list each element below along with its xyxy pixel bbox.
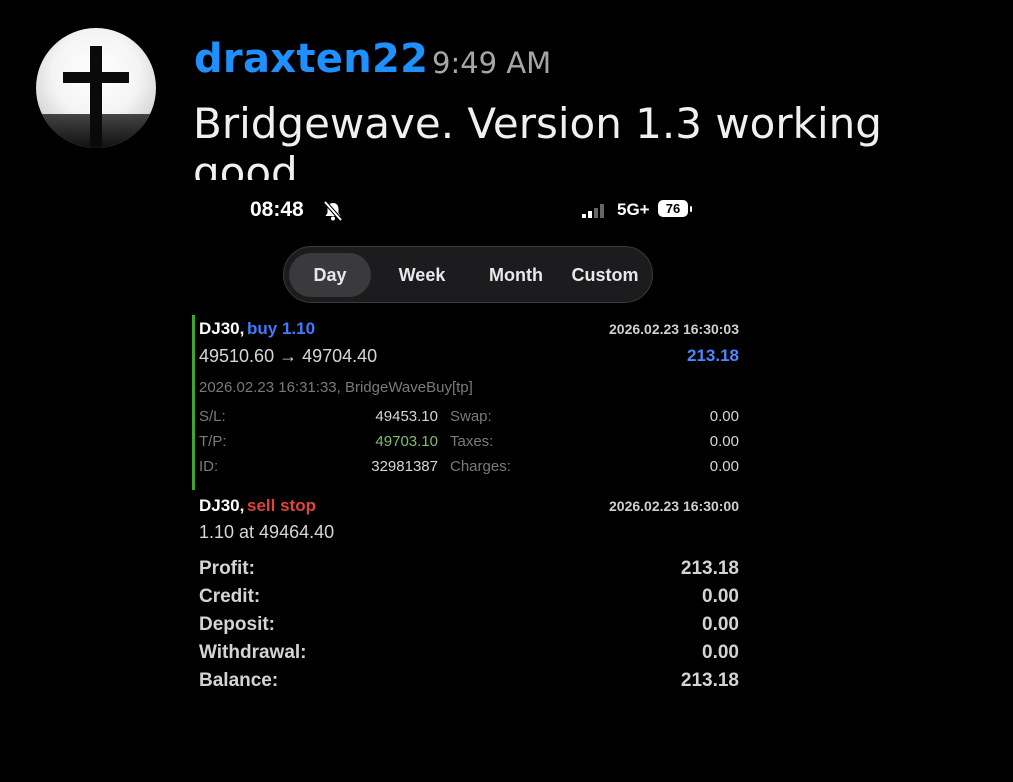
summary-value: 213.18 [680, 558, 739, 579]
username[interactable]: draxten22 [194, 36, 428, 82]
swap-value: 0.00 [709, 408, 739, 425]
cross-icon [90, 46, 102, 148]
id-value: 32981387 [371, 458, 438, 475]
sl-label: S/L: [199, 408, 226, 425]
bell-muted-icon [323, 200, 343, 222]
summary-label: Profit: [199, 558, 255, 579]
order-detail: 1.10 at 49464.40 [199, 522, 335, 542]
summary-label: Credit: [199, 586, 261, 607]
summary-label: Withdrawal: [199, 642, 307, 663]
position-price-move: 49510.60 → 49704.40 [199, 346, 378, 366]
tab-day[interactable]: Day [289, 253, 371, 297]
swap-label: Swap: [450, 408, 492, 425]
tab-custom[interactable]: Custom [562, 253, 648, 297]
position-close-info: 2026.02.23 16:31:33, BridgeWaveBuy[tp] [199, 379, 473, 396]
cross-icon-bar [63, 72, 129, 83]
message-timestamp: 9:49 AM [432, 46, 552, 80]
taxes-value: 0.00 [709, 433, 739, 450]
tp-value: 49703.10 [375, 433, 438, 450]
summary-value: 0.00 [702, 586, 739, 607]
position-open-time: 2026.02.23 16:30:03 [609, 321, 739, 337]
position-side: buy 1.10 [247, 319, 316, 338]
position-indicator-bar [192, 315, 195, 490]
order-time: 2026.02.23 16:30:00 [609, 498, 739, 514]
position-profit: 213.18 [687, 346, 739, 365]
id-label: ID: [199, 458, 219, 475]
summary-value: 0.00 [702, 642, 739, 663]
charges-label: Charges: [450, 458, 511, 475]
tab-month[interactable]: Month [470, 253, 562, 297]
battery-tip [690, 206, 692, 212]
network-type: 5G+ [617, 200, 650, 219]
attached-screenshot[interactable]: 08:48 5G+ 76 Day Week Month Custom DJ30,… [190, 180, 770, 740]
summary-label: Deposit: [199, 614, 275, 635]
sl-value: 49453.10 [375, 408, 438, 425]
summary-label: Balance: [199, 670, 279, 691]
taxes-label: Taxes: [450, 433, 494, 450]
avatar[interactable] [36, 28, 156, 148]
tab-week[interactable]: Week [379, 253, 465, 297]
charges-value: 0.00 [709, 458, 739, 475]
period-selector: Day Week Month Custom [283, 246, 653, 303]
order-symbol: DJ30, [199, 496, 245, 515]
summary-value: 0.00 [702, 614, 739, 635]
summary-value: 213.18 [680, 670, 739, 691]
status-time: 08:48 [250, 198, 304, 221]
tp-label: T/P: [199, 433, 227, 450]
order-type: sell stop [247, 496, 316, 515]
signal-icon [582, 204, 604, 218]
position-symbol: DJ30, [199, 319, 245, 338]
battery-icon: 76 [658, 200, 688, 217]
